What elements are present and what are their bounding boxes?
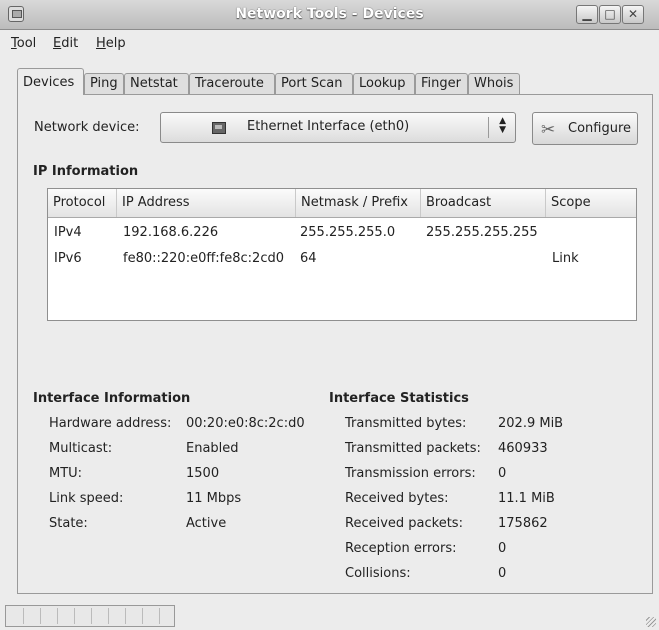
tab-traceroute[interactable]: Traceroute bbox=[189, 73, 275, 94]
menu-tool[interactable]: Tool bbox=[11, 36, 36, 51]
minimize-button[interactable]: ▁ bbox=[576, 5, 598, 24]
progress-segment bbox=[57, 608, 58, 624]
window-titlebar[interactable]: Network Tools - Devices ▁ □ ✕ bbox=[0, 0, 659, 30]
progress-segment bbox=[40, 608, 41, 624]
network-device-value: Ethernet Interface (eth0) bbox=[247, 119, 410, 134]
reception-errors-label: Reception errors: bbox=[345, 541, 457, 556]
state-label: State: bbox=[49, 516, 88, 531]
received-packets-label: Received packets: bbox=[345, 516, 463, 531]
tab-lookup[interactable]: Lookup bbox=[353, 73, 415, 94]
hardware-address-label: Hardware address: bbox=[49, 416, 172, 431]
collisions-value: 0 bbox=[498, 566, 507, 581]
menu-edit[interactable]: Edit bbox=[53, 36, 78, 51]
network-device-combo[interactable]: Ethernet Interface (eth0) ▲ ▼ bbox=[160, 112, 516, 143]
ip-information-heading: IP Information bbox=[33, 164, 139, 179]
tab-netstat[interactable]: Netstat bbox=[124, 73, 189, 94]
state-value: Active bbox=[186, 516, 227, 531]
mtu-value: 1500 bbox=[186, 466, 220, 481]
progress-segment bbox=[91, 608, 92, 624]
menu-tool-label: ool bbox=[16, 36, 37, 51]
received-bytes-value: 11.1 MiB bbox=[498, 491, 555, 506]
progress-segment bbox=[74, 608, 75, 624]
progress-segment bbox=[108, 608, 109, 624]
menu-edit-label: dit bbox=[61, 36, 79, 51]
maximize-icon: □ bbox=[604, 7, 616, 21]
link-speed-label: Link speed: bbox=[49, 491, 124, 506]
window-title: Network Tools - Devices bbox=[235, 6, 424, 22]
multicast-label: Multicast: bbox=[49, 441, 113, 456]
table-row[interactable]: IPv4 192.168.6.226 255.255.255.0 255.255… bbox=[48, 221, 636, 246]
interface-statistics-heading: Interface Statistics bbox=[329, 391, 469, 406]
tab-ping[interactable]: Ping bbox=[84, 73, 124, 94]
transmitted-packets-value: 460933 bbox=[498, 441, 548, 456]
statusbar-progress bbox=[5, 605, 175, 627]
cell-scope: Link bbox=[552, 251, 579, 266]
tab-finger[interactable]: Finger bbox=[415, 73, 468, 94]
transmitted-packets-label: Transmitted packets: bbox=[345, 441, 481, 456]
configure-button[interactable]: ✂ Configure bbox=[532, 112, 638, 145]
ip-table-header: Protocol IP Address Netmask / Prefix Bro… bbox=[48, 189, 636, 218]
close-icon: ✕ bbox=[627, 7, 639, 21]
transmission-errors-label: Transmission errors: bbox=[345, 466, 476, 481]
transmission-errors-value: 0 bbox=[498, 466, 507, 481]
menu-edit-mnemonic: E bbox=[53, 36, 62, 51]
column-header-broadcast[interactable]: Broadcast bbox=[421, 189, 546, 217]
cell-broadcast: 255.255.255.255 bbox=[426, 225, 538, 240]
column-header-scope[interactable]: Scope bbox=[546, 189, 636, 217]
maximize-button[interactable]: □ bbox=[599, 5, 621, 24]
progress-segment bbox=[142, 608, 143, 624]
resize-grip-icon[interactable] bbox=[646, 617, 656, 627]
menu-help-mnemonic: H bbox=[96, 36, 106, 51]
progress-segment bbox=[159, 608, 160, 624]
minimize-icon: ▁ bbox=[582, 7, 592, 21]
transmitted-bytes-value: 202.9 MiB bbox=[498, 416, 564, 431]
ethernet-icon bbox=[212, 122, 226, 134]
cell-protocol: IPv4 bbox=[54, 225, 82, 240]
combo-arrows-icon: ▲ ▼ bbox=[499, 116, 506, 135]
multicast-value: Enabled bbox=[186, 441, 239, 456]
cell-netmask: 64 bbox=[300, 251, 317, 266]
column-header-ip-address[interactable]: IP Address bbox=[117, 189, 296, 217]
cell-protocol: IPv6 bbox=[54, 251, 82, 266]
tab-port-scan[interactable]: Port Scan bbox=[275, 73, 353, 94]
hardware-address-value: 00:20:e0:8c:2c:d0 bbox=[186, 416, 305, 431]
progress-segment bbox=[23, 608, 24, 624]
transmitted-bytes-label: Transmitted bytes: bbox=[345, 416, 467, 431]
received-bytes-label: Received bytes: bbox=[345, 491, 449, 506]
table-row[interactable]: IPv6 fe80::220:e0ff:fe8c:2cd0 64 Link bbox=[48, 247, 636, 272]
cell-ip-address: 192.168.6.226 bbox=[123, 225, 219, 240]
column-header-netmask[interactable]: Netmask / Prefix bbox=[296, 189, 421, 217]
tools-icon: ✂ bbox=[541, 120, 556, 140]
tab-whois[interactable]: Whois bbox=[468, 73, 520, 94]
ip-table[interactable]: Protocol IP Address Netmask / Prefix Bro… bbox=[47, 188, 637, 321]
received-packets-value: 175862 bbox=[498, 516, 548, 531]
link-speed-value: 11 Mbps bbox=[186, 491, 242, 506]
collisions-label: Collisions: bbox=[345, 566, 411, 581]
mtu-label: MTU: bbox=[49, 466, 83, 481]
progress-segment bbox=[125, 608, 126, 624]
combo-separator bbox=[488, 117, 489, 138]
configure-label: Configure bbox=[568, 121, 632, 136]
column-header-protocol[interactable]: Protocol bbox=[48, 189, 117, 217]
reception-errors-value: 0 bbox=[498, 541, 507, 556]
tab-devices[interactable]: Devices bbox=[17, 68, 84, 95]
network-device-label: Network device: bbox=[34, 120, 140, 135]
menu-help[interactable]: Help bbox=[96, 36, 126, 51]
close-button[interactable]: ✕ bbox=[622, 5, 644, 24]
cell-netmask: 255.255.255.0 bbox=[300, 225, 396, 240]
menubar: Tool Edit Help bbox=[0, 31, 659, 57]
cell-ip-address: fe80::220:e0ff:fe8c:2cd0 bbox=[123, 251, 284, 266]
menu-help-label: elp bbox=[105, 36, 126, 51]
interface-information-heading: Interface Information bbox=[33, 391, 191, 406]
